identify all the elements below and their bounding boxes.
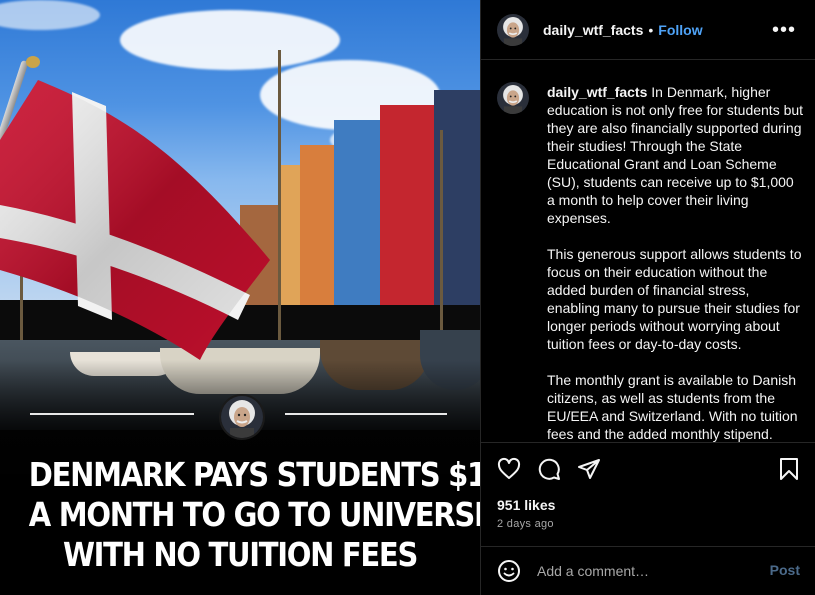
- comment-input[interactable]: [537, 561, 747, 581]
- danish-flag: [0, 80, 270, 360]
- post-viewer: DENMARK PAYS STUDENTS $1,000 A MONTH TO …: [0, 0, 815, 595]
- post-image[interactable]: DENMARK PAYS STUDENTS $1,000 A MONTH TO …: [0, 0, 480, 595]
- action-bar: [481, 443, 815, 495]
- post-comment-button[interactable]: Post: [770, 562, 800, 578]
- post-header: daily_wtf_facts • Follow •••: [481, 0, 815, 60]
- comment-bar: Post: [481, 546, 815, 595]
- heart-icon[interactable]: [497, 457, 521, 481]
- headline-line: DENMARK PAYS STUDENTS $1,000: [28, 455, 480, 494]
- post-headline: DENMARK PAYS STUDENTS $1,000 A MONTH TO …: [28, 455, 480, 575]
- caption-text: daily_wtf_facts In Denmark, higher educa…: [547, 83, 805, 442]
- post-timestamp[interactable]: 2 days ago: [497, 518, 554, 530]
- einstein-avatar-icon: [221, 396, 263, 438]
- building: [334, 120, 380, 305]
- building: [300, 145, 336, 305]
- divider-line-right: [285, 413, 447, 415]
- caption-scroll-area[interactable]: daily_wtf_facts In Denmark, higher educa…: [481, 60, 815, 443]
- caption-username[interactable]: daily_wtf_facts: [547, 84, 647, 100]
- separator-dot: •: [648, 21, 654, 38]
- avatar[interactable]: [497, 13, 529, 46]
- bookmark-icon[interactable]: [778, 457, 800, 481]
- headline-line: A MONTH TO GO TO UNIVERSITIES: [28, 495, 480, 534]
- post-details-panel: daily_wtf_facts • Follow ••• daily_wtf_f…: [480, 0, 815, 595]
- caption-body: In Denmark, higher education is not only…: [547, 84, 804, 226]
- einstein-avatar-icon: [497, 13, 529, 46]
- share-icon[interactable]: [577, 457, 601, 481]
- emoji-icon[interactable]: [497, 559, 521, 583]
- comment-icon[interactable]: [537, 457, 561, 481]
- headline-line: WITH NO TUITION FEES: [62, 535, 418, 574]
- caption-paragraph: This generous support allows students to…: [547, 246, 802, 352]
- brand-avatar: [219, 394, 265, 440]
- building: [380, 105, 434, 305]
- cloud: [120, 10, 340, 70]
- mast: [440, 130, 443, 350]
- caption-paragraph: The monthly grant is available to Danish…: [547, 372, 798, 442]
- einstein-avatar-icon: [497, 82, 529, 114]
- flag-pole-finial: [26, 56, 40, 68]
- follow-button[interactable]: Follow: [658, 22, 702, 38]
- caption-avatar[interactable]: [497, 82, 529, 114]
- caption-paragraph: daily_wtf_facts In Denmark, higher educa…: [547, 83, 805, 227]
- header-username[interactable]: daily_wtf_facts: [543, 22, 643, 38]
- more-options-icon[interactable]: •••: [772, 19, 796, 42]
- likes-count[interactable]: 951 likes: [497, 497, 555, 513]
- divider-line-left: [30, 413, 194, 415]
